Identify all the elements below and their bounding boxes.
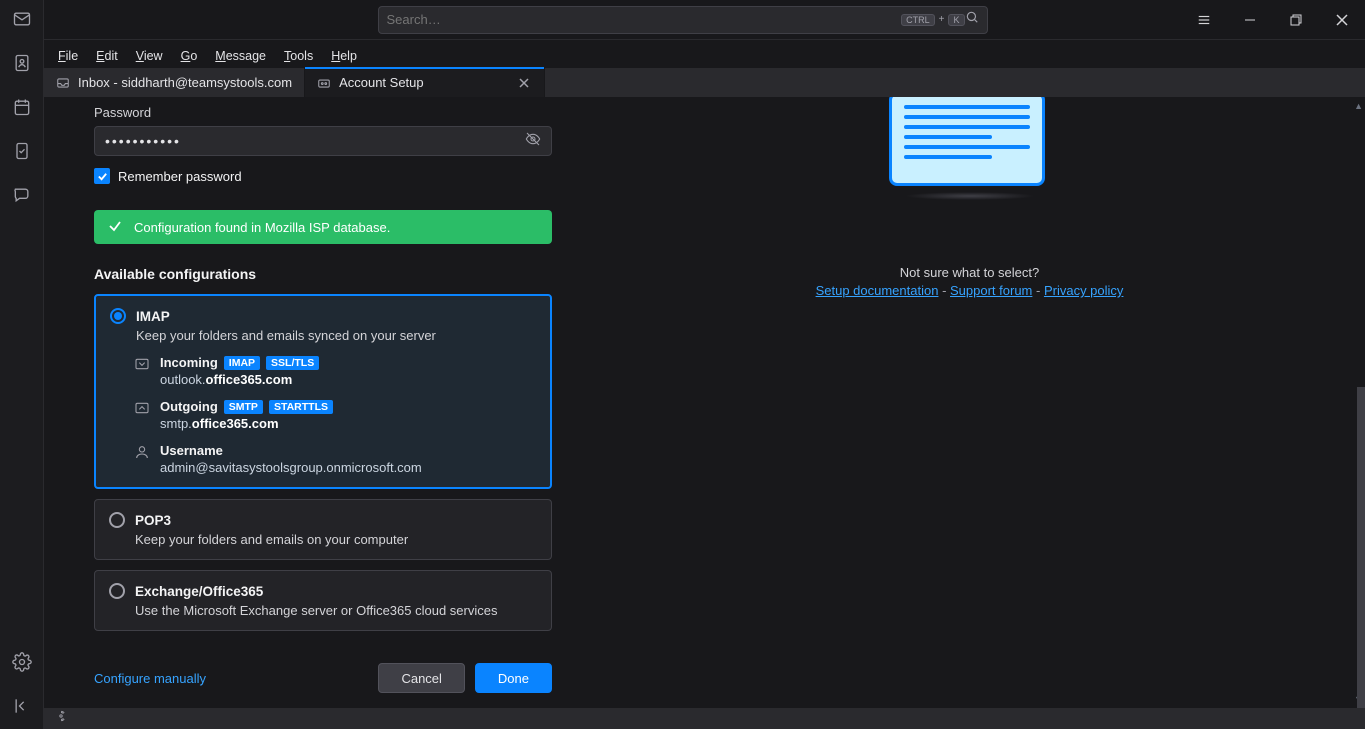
incoming-icon <box>134 356 150 372</box>
outgoing-label: Outgoing <box>160 399 218 414</box>
config-option-imap[interactable]: IMAP Keep your folders and emails synced… <box>94 294 552 489</box>
inbox-icon <box>56 76 70 90</box>
remember-password-row[interactable]: Remember password <box>94 168 552 184</box>
configure-manually-link[interactable]: Configure manually <box>94 671 206 686</box>
imap-title: IMAP <box>136 309 170 324</box>
username-value: admin@savitasystoolsgroup.onmicrosoft.co… <box>160 460 422 475</box>
tab-account-setup-label: Account Setup <box>339 75 424 90</box>
collapse-icon[interactable] <box>11 695 33 717</box>
close-button[interactable] <box>1319 0 1365 40</box>
menubar: File Edit View Go Message Tools Help <box>50 44 365 68</box>
tab-inbox-label: Inbox - siddharth@teamsystools.com <box>78 75 292 90</box>
remember-checkbox[interactable] <box>94 168 110 184</box>
titlebar: CTRL + K <box>0 0 1365 40</box>
settings-tab-icon <box>317 76 331 90</box>
username-label: Username <box>160 443 223 458</box>
incoming-label: Incoming <box>160 355 218 370</box>
radio-imap[interactable] <box>110 308 126 324</box>
menu-go[interactable]: Go <box>173 47 206 65</box>
menu-view[interactable]: View <box>128 47 171 65</box>
menu-edit[interactable]: Edit <box>88 47 126 65</box>
password-input[interactable] <box>105 133 525 149</box>
chat-icon[interactable] <box>11 184 33 206</box>
search-icon[interactable] <box>965 10 979 29</box>
available-configs-heading: Available configurations <box>94 266 552 282</box>
illustration <box>889 97 1051 200</box>
menu-message[interactable]: Message <box>207 47 274 65</box>
search-input[interactable] <box>387 12 902 27</box>
tab-account-setup[interactable]: Account Setup <box>305 68 545 97</box>
help-panel: Not sure what to select? Setup documenta… <box>574 97 1365 708</box>
help-prompt: Not sure what to select? <box>574 265 1365 280</box>
app-menu-button[interactable] <box>1181 0 1227 40</box>
password-field[interactable] <box>94 126 552 156</box>
mail-icon[interactable] <box>11 8 33 30</box>
done-button[interactable]: Done <box>475 663 552 693</box>
radio-pop3[interactable] <box>109 512 125 528</box>
help-links: Setup documentation - Support forum - Pr… <box>574 283 1365 298</box>
chip-smtp: SMTP <box>224 400 263 414</box>
content-area: ▲ ▼ Password Remember password Configura… <box>44 97 1365 708</box>
tasks-icon[interactable] <box>11 140 33 162</box>
maximize-button[interactable] <box>1273 0 1319 40</box>
address-book-icon[interactable] <box>11 52 33 74</box>
banner-text: Configuration found in Mozilla ISP datab… <box>134 220 390 235</box>
outgoing-host: smtp.office365.com <box>160 416 333 431</box>
tab-inbox[interactable]: Inbox - siddharth@teamsystools.com <box>44 68 305 97</box>
tab-close-button[interactable] <box>516 75 532 91</box>
global-search[interactable]: CTRL + K <box>378 6 988 34</box>
chip-imap: IMAP <box>224 356 260 370</box>
radio-exchange[interactable] <box>109 583 125 599</box>
settings-icon[interactable] <box>11 651 33 673</box>
link-privacy-policy[interactable]: Privacy policy <box>1044 283 1123 298</box>
show-password-icon[interactable] <box>525 131 541 152</box>
menu-file[interactable]: File <box>50 47 86 65</box>
chip-ssl: SSL/TLS <box>266 356 319 370</box>
link-support-forum[interactable]: Support forum <box>950 283 1032 298</box>
incoming-host: outlook.office365.com <box>160 372 319 387</box>
chip-starttls: STARTTLS <box>269 400 333 414</box>
config-option-exchange[interactable]: Exchange/Office365 Use the Microsoft Exc… <box>94 570 552 631</box>
account-setup-form: Password Remember password Configuration… <box>44 97 574 708</box>
tabstrip: Inbox - siddharth@teamsystools.com Accou… <box>44 68 1365 97</box>
checkmark-icon <box>108 219 122 236</box>
online-status-icon[interactable] <box>54 709 68 728</box>
kbd-k: K <box>948 14 964 26</box>
exchange-title: Exchange/Office365 <box>135 584 263 599</box>
calendar-icon[interactable] <box>11 96 33 118</box>
pop3-title: POP3 <box>135 513 171 528</box>
exchange-desc: Use the Microsoft Exchange server or Off… <box>135 603 537 618</box>
pop3-desc: Keep your folders and emails on your com… <box>135 532 537 547</box>
password-label: Password <box>94 105 552 120</box>
minimize-button[interactable] <box>1227 0 1273 40</box>
remember-label: Remember password <box>118 169 242 184</box>
kbd-ctrl: CTRL <box>901 14 935 26</box>
cancel-button[interactable]: Cancel <box>378 663 464 693</box>
menu-tools[interactable]: Tools <box>276 47 321 65</box>
config-option-pop3[interactable]: POP3 Keep your folders and emails on you… <box>94 499 552 560</box>
outgoing-icon <box>134 400 150 416</box>
user-icon <box>134 444 150 460</box>
config-found-banner: Configuration found in Mozilla ISP datab… <box>94 210 552 244</box>
imap-desc: Keep your folders and emails synced on y… <box>136 328 536 343</box>
spaces-toolbar <box>0 0 44 729</box>
statusbar <box>44 708 1365 729</box>
menu-help[interactable]: Help <box>323 47 365 65</box>
link-setup-docs[interactable]: Setup documentation <box>816 283 939 298</box>
